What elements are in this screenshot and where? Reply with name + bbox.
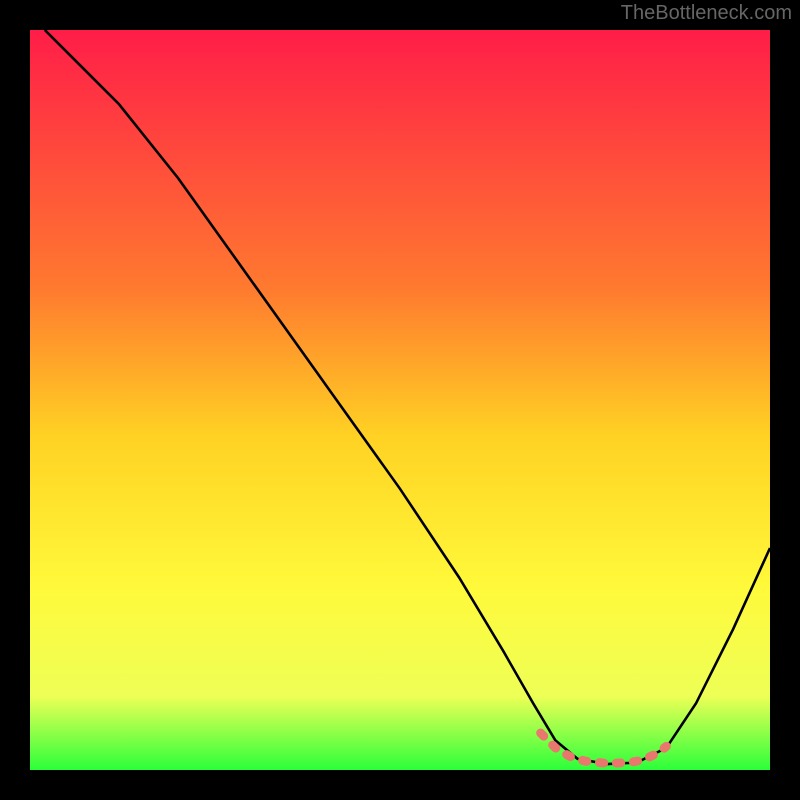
gradient-rect xyxy=(30,30,770,770)
watermark-text: TheBottleneck.com xyxy=(621,2,792,25)
chart-frame: TheBottleneck.com xyxy=(0,0,800,800)
chart-svg xyxy=(30,30,770,770)
plot-area xyxy=(30,30,770,770)
